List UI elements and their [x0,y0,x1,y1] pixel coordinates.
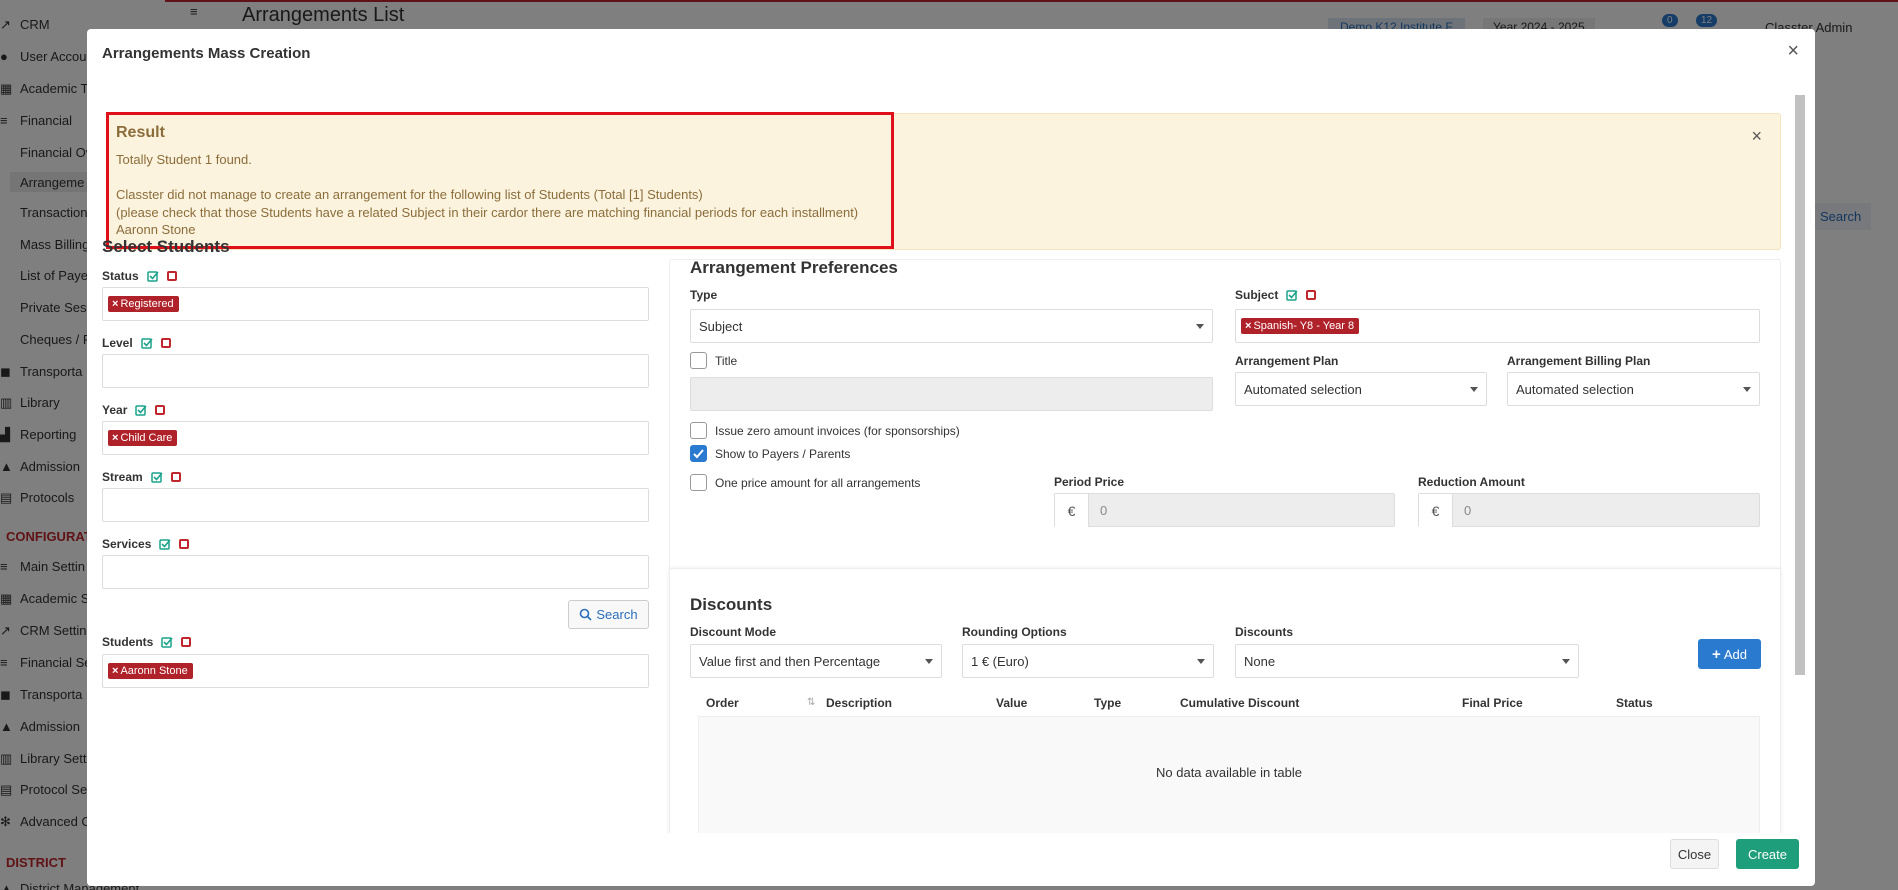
column-cumulative-discount[interactable]: Cumulative Discount [1180,696,1299,710]
reduction-amount-label: Reduction Amount [1418,475,1525,489]
modal-title: Arrangements Mass Creation [102,45,311,62]
discounts-table-body: No data available in table [698,716,1760,833]
zero-invoice-label: Issue zero amount invoices (for sponsors… [715,424,960,438]
period-price-input[interactable]: € 0 [1054,493,1395,527]
euro-addon: € [1419,494,1453,527]
rounding-options-select[interactable]: 1 € (Euro) [962,644,1214,678]
title-input[interactable] [690,377,1213,411]
deselect-all-icon[interactable] [155,405,166,415]
column-final-price[interactable]: Final Price [1462,696,1523,710]
select-all-icon[interactable] [159,538,172,550]
discounts-select[interactable]: None [1235,644,1579,678]
select-all-icon[interactable] [135,404,147,416]
empty-table-message: No data available in table [1156,765,1302,780]
status-field[interactable]: × Registered [102,287,649,321]
deselect-all-icon[interactable] [160,338,171,348]
student-tag[interactable]: × Aaronn Stone [108,663,193,679]
arrangement-plan-label: Arrangement Plan [1235,354,1339,368]
plus-icon: + [1712,645,1721,663]
result-close-icon[interactable]: × [1751,126,1762,147]
show-payers-label: Show to Payers / Parents [715,447,851,461]
modal-body: Result Totally Student 1 found. Classter… [87,79,1815,833]
column-type[interactable]: Type [1094,696,1121,710]
one-price-label: One price amount for all arrangements [715,476,921,490]
year-tag[interactable]: × Child Care [108,430,178,446]
remove-tag-icon[interactable]: × [112,432,118,444]
remove-tag-icon[interactable]: × [112,298,118,310]
deselect-all-icon[interactable] [181,637,192,647]
column-value[interactable]: Value [996,696,1027,710]
add-discount-button[interactable]: + Add [1698,639,1761,669]
subject-field[interactable]: × Spanish- Y8 - Year 8 [1235,309,1760,343]
billing-plan-select[interactable]: Automated selection [1507,372,1760,406]
rounding-options-label: Rounding Options [962,625,1067,639]
chevron-down-icon [1196,324,1204,329]
arrangements-mass-creation-modal: Arrangements Mass Creation × Result Tota… [87,29,1815,886]
status-label: Status [102,269,177,283]
column-description[interactable]: Description [826,696,892,710]
remove-tag-icon[interactable]: × [1245,320,1251,332]
create-button[interactable]: Create [1736,839,1799,869]
students-field[interactable]: × Aaronn Stone [102,654,649,688]
deselect-all-icon[interactable] [170,472,181,482]
level-field[interactable] [102,354,649,388]
chevron-down-icon [1470,387,1478,392]
deselect-all-icon[interactable] [1306,290,1317,300]
one-price-checkbox[interactable] [690,474,707,491]
students-label: Students [102,635,192,649]
arrangement-plan-select[interactable]: Automated selection [1235,372,1487,406]
column-order[interactable]: Order [706,696,739,710]
services-label: Services [102,537,190,551]
level-label: Level [102,336,171,350]
euro-addon: € [1055,494,1089,527]
deselect-all-icon[interactable] [166,271,177,281]
check-icon [693,449,704,459]
status-tag[interactable]: × Registered [108,296,179,312]
result-highlight-frame [106,112,894,249]
stream-label: Stream [102,470,181,484]
subject-tag[interactable]: × Spanish- Y8 - Year 8 [1241,318,1360,334]
sort-icon[interactable]: ⇅ [807,697,815,708]
services-field[interactable] [102,555,649,589]
zero-invoice-checkbox[interactable] [690,422,707,439]
type-select[interactable]: Subject [690,309,1213,343]
discount-mode-label: Discount Mode [690,625,776,639]
arrangement-preferences-title: Arrangement Preferences [690,258,898,277]
reduction-amount-input[interactable]: € 0 [1418,493,1760,527]
remove-tag-icon[interactable]: × [112,665,118,677]
select-all-icon[interactable] [140,337,153,349]
discount-mode-select[interactable]: Value first and then Percentage [690,644,942,678]
stream-field[interactable] [102,488,649,522]
select-all-icon[interactable] [150,471,163,483]
chevron-down-icon [1562,659,1570,664]
title-checkbox-label: Title [715,354,738,368]
discounts-title: Discounts [690,595,773,614]
select-all-icon[interactable] [146,270,159,282]
column-status[interactable]: Status [1616,696,1653,710]
select-all-icon[interactable] [161,636,173,648]
billing-plan-label: Arrangement Billing Plan [1507,354,1651,368]
deselect-all-icon[interactable] [179,539,190,549]
year-field[interactable]: × Child Care [102,421,649,455]
chevron-down-icon [1743,387,1751,392]
period-price-label: Period Price [1054,475,1125,489]
chevron-down-icon [925,659,933,664]
arrangement-preferences-panel [669,259,1781,577]
year-label: Year [102,403,166,417]
modal-close-icon[interactable]: × [1787,41,1799,61]
discounts-label: Discounts [1235,625,1294,639]
search-icon [580,608,592,621]
show-payers-checkbox[interactable] [690,445,707,462]
select-all-icon[interactable] [1286,289,1298,301]
students-search-button[interactable]: Search [568,600,649,629]
title-checkbox[interactable] [690,352,707,369]
type-label: Type [690,288,718,302]
subject-label: Subject [1235,288,1317,302]
select-students-title: Select Students [102,237,230,256]
close-button[interactable]: Close [1670,839,1719,869]
chevron-down-icon [1197,659,1205,664]
